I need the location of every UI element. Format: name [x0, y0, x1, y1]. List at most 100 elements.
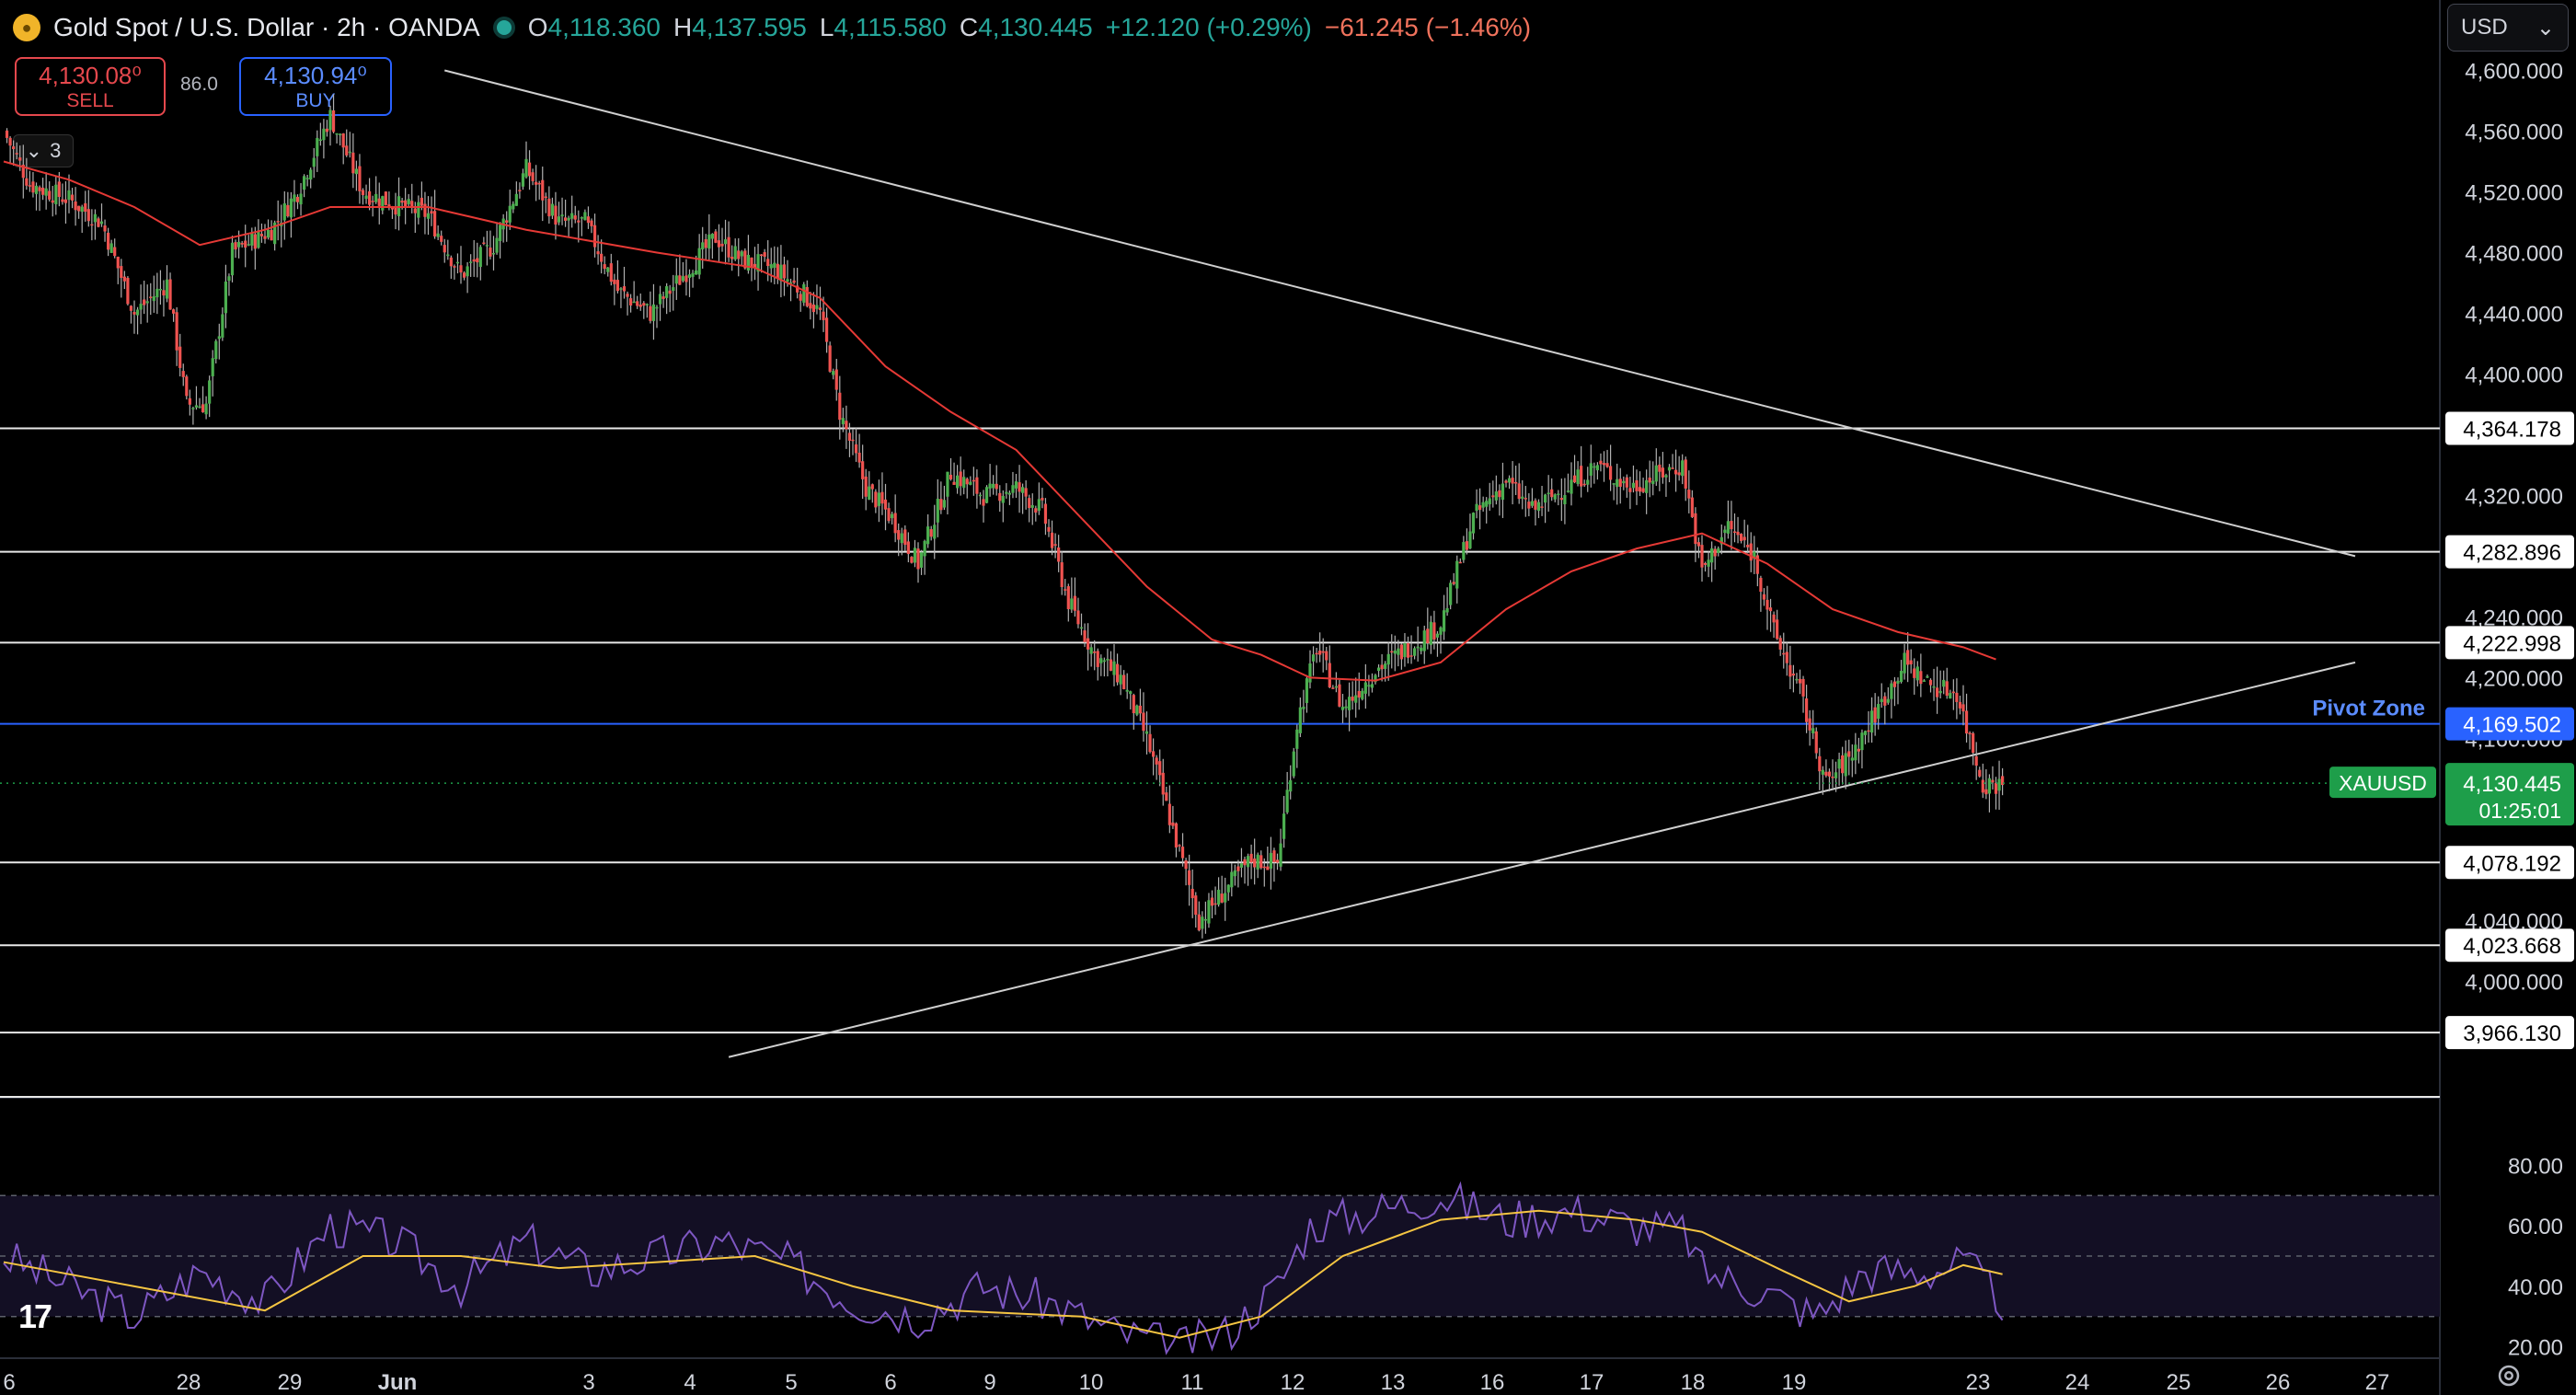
candle-body [554, 205, 558, 225]
candle-body [811, 304, 815, 313]
candle-body [282, 203, 286, 221]
candle-body [933, 525, 937, 539]
candle-body [1580, 466, 1583, 487]
candle-body [1184, 859, 1188, 870]
candle-body [891, 513, 894, 519]
candle-body [923, 540, 926, 557]
candle-body [547, 198, 551, 217]
candle-body [1338, 684, 1341, 707]
candle-body [1018, 482, 1021, 492]
candle-body [740, 251, 743, 257]
candle-body [263, 236, 267, 239]
candle-body [351, 152, 355, 174]
candle-body [109, 243, 113, 253]
candle-body [910, 557, 914, 563]
candle-body [1475, 503, 1478, 512]
candle-body [1658, 464, 1662, 472]
candle-body [384, 191, 387, 205]
candle-body [1765, 599, 1769, 610]
settings-gear-icon[interactable] [2495, 1362, 2523, 1389]
candle-body [1239, 863, 1244, 868]
candle-body [550, 203, 554, 216]
candle-body [678, 275, 682, 285]
candle-body [1246, 856, 1250, 868]
candle-body [345, 145, 349, 156]
candle-body [462, 272, 466, 278]
candle-body [1906, 650, 1910, 665]
candle-body [877, 492, 880, 506]
candle-body [155, 288, 159, 298]
candle-body [939, 499, 943, 511]
time-tick-label: 4 [684, 1370, 696, 1395]
candle-body [1236, 866, 1240, 871]
trendline[interactable] [728, 661, 2356, 1058]
candle-body [221, 314, 224, 338]
candle-body [90, 224, 94, 226]
candle-body [1808, 718, 1811, 731]
candle-body [1279, 843, 1282, 867]
candle-body [1732, 531, 1737, 533]
candle-body [508, 205, 512, 223]
candle-body [916, 548, 920, 570]
candle-body [348, 151, 351, 154]
candle-body [1115, 663, 1120, 683]
candle-body [674, 275, 678, 284]
candle-body [38, 187, 41, 191]
time-tick-label: 11 [1181, 1370, 1204, 1395]
candle-body [1043, 503, 1048, 525]
candle-body [1376, 667, 1381, 672]
candle-body [1384, 663, 1387, 669]
moving-average-line[interactable] [3, 160, 1996, 682]
candle-body [1589, 463, 1593, 476]
candle-body [1416, 646, 1420, 649]
candle-body [1047, 526, 1051, 532]
candle-body [822, 311, 825, 320]
candle-body [1710, 548, 1714, 563]
time-tick-label: 18 [1681, 1370, 1706, 1395]
candle-body [1363, 682, 1367, 694]
candle-body [1129, 691, 1133, 695]
candle-body [1458, 561, 1462, 564]
candle-body [832, 371, 835, 375]
candle-body [655, 306, 659, 309]
candle-body [1315, 652, 1318, 655]
candle-body [44, 188, 48, 196]
candle-body [1788, 664, 1792, 677]
candle-body [763, 252, 766, 258]
price-chart[interactable]: 4,600.000 4,560.000 4,520.000 4,480.000 4,44… [0, 0, 2576, 1395]
candle-body [1445, 607, 1449, 613]
tradingview-logo-icon[interactable]: 17 [18, 1297, 52, 1336]
candle-body [1243, 859, 1247, 866]
candle-body [1877, 703, 1880, 720]
time-tick-label: 9 [983, 1370, 995, 1395]
candle-body [208, 380, 212, 404]
candle-body [1557, 493, 1560, 496]
candle-body [1978, 769, 1982, 777]
candle-body [838, 392, 842, 421]
candle-body [86, 209, 90, 222]
candle-body [1514, 481, 1518, 484]
candle-body [1203, 918, 1207, 921]
candle-body [1024, 488, 1028, 497]
candle-body [995, 483, 998, 490]
candle-body [1125, 689, 1129, 692]
candle-body [1226, 884, 1230, 893]
bar-countdown-label: 01:25:01 [2478, 799, 2561, 823]
candle-body [1915, 666, 1919, 681]
candle-body [122, 276, 126, 282]
candle-body [1913, 668, 1916, 678]
candle-body [557, 216, 561, 223]
trendline[interactable] [444, 69, 2356, 558]
candle-body [1007, 492, 1011, 495]
candle-body [535, 181, 538, 185]
candle-body [374, 193, 378, 202]
time-tick-label: 24 [2065, 1370, 2090, 1395]
pivot-zone-label: Pivot Zone [2312, 697, 2425, 721]
candle-body [704, 238, 707, 248]
candle-body [1207, 900, 1211, 924]
candle-body [1432, 622, 1436, 640]
candle-body [845, 421, 848, 430]
candle-body [1586, 479, 1590, 485]
candle-body [194, 405, 199, 408]
time-tick-label: 3 [582, 1370, 594, 1395]
